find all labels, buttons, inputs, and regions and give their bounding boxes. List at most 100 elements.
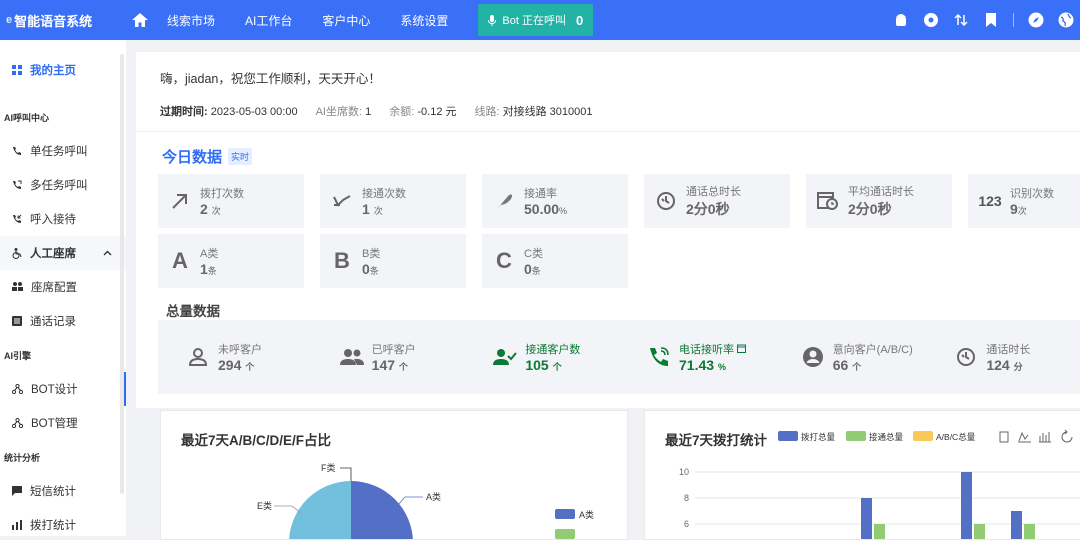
bar-connect-1[interactable] bbox=[974, 524, 985, 539]
nav-item-customers[interactable]: 客户中心 bbox=[322, 12, 370, 29]
sidebar-item-single-task[interactable]: 单任务呼叫 bbox=[0, 134, 126, 168]
nav-item-settings[interactable]: 系统设置 bbox=[400, 12, 448, 29]
sidebar-section-stats: 统计分析 bbox=[4, 452, 41, 463]
sidebar-item-dial-stats[interactable]: 拨打统计 bbox=[0, 508, 126, 536]
bar-chart-icon bbox=[1039, 432, 1051, 443]
bot-calling-button[interactable]: Bot 正在呼叫 0 bbox=[478, 4, 594, 36]
nodes-icon bbox=[12, 384, 23, 394]
sidebar-item-label: 我的主页 bbox=[30, 65, 76, 77]
android-icon[interactable] bbox=[893, 12, 909, 28]
card-label: 接通率 bbox=[524, 188, 557, 200]
sidebar-item-label: 拨打统计 bbox=[30, 520, 76, 532]
sidebar-item-label: 人工座席 bbox=[30, 248, 76, 260]
globe-icon[interactable] bbox=[1058, 12, 1074, 28]
phone-forward-icon bbox=[13, 180, 22, 189]
app-brand[interactable]: e 智能语音系统 bbox=[0, 11, 125, 30]
card-class-b: B B类 0条 bbox=[320, 234, 466, 288]
sidebar-scrollbar[interactable] bbox=[120, 54, 124, 494]
pie-chart-card: 最近7天A/B/C/D/E/F占比 F类 E类 A类 A类 bbox=[160, 410, 628, 540]
user-check-icon bbox=[493, 345, 518, 369]
nav-item-leads[interactable]: 线索市场 bbox=[167, 12, 215, 29]
sidebar-item-sms-stats[interactable]: 短信统计 bbox=[0, 474, 126, 508]
total-unit: 个 bbox=[852, 362, 862, 372]
total-uncalled: 未呼客户 294 个 bbox=[158, 341, 312, 373]
y-tick-10: 10 bbox=[679, 467, 689, 477]
pie-leader-f bbox=[340, 467, 352, 481]
total-value: 147 bbox=[371, 357, 396, 373]
nav-item-ai-workbench[interactable]: AI工作台 bbox=[245, 12, 292, 29]
sidebar-item-inbound[interactable]: 呼入接待 bbox=[0, 202, 126, 236]
home-icon[interactable] bbox=[125, 13, 155, 27]
sidebar-item-label: 通话记录 bbox=[30, 316, 76, 328]
sidebar-item-call-records[interactable]: 通话记录 bbox=[0, 304, 126, 338]
bar-connect-2[interactable] bbox=[1024, 524, 1035, 539]
chart-toolbox[interactable] bbox=[999, 429, 1073, 443]
calendar-clock-icon bbox=[816, 189, 840, 213]
bar-dial-0[interactable] bbox=[861, 498, 872, 539]
total-unit: % bbox=[717, 362, 726, 372]
bar-connect-0[interactable] bbox=[874, 524, 885, 539]
bar-dial-2[interactable] bbox=[1011, 511, 1022, 539]
sidebar-item-label: BOT管理 bbox=[31, 418, 78, 430]
bookmark-icon[interactable] bbox=[983, 12, 999, 28]
total-intent: 意向客户(A/B/C) 66 个 bbox=[773, 341, 927, 373]
sidebar-section-ai-call: AI呼叫中心 bbox=[4, 112, 50, 123]
sidebar: 我的主页 AI呼叫中心 单任务呼叫 多任务呼叫 呼入接待 人工座席 座席配置 通… bbox=[0, 40, 126, 536]
phone-ringing-icon bbox=[647, 345, 671, 369]
welcome-panel: 嗨，jiadan，祝您工作顺利，天天开心！ 过期时间: 2023-05-03 0… bbox=[136, 52, 1080, 132]
letter-c-icon: C bbox=[496, 248, 512, 273]
main-nav: 线索市场 AI工作台 客户中心 系统设置 bbox=[167, 12, 448, 29]
dashboard-grid-icon bbox=[12, 65, 22, 75]
calendar-small-icon[interactable] bbox=[737, 344, 747, 353]
card-avg-duration: 平均通话时长 2分0秒 bbox=[806, 174, 952, 228]
pie-label-a: A类 bbox=[426, 491, 441, 502]
sidebar-item-multi-task[interactable]: 多任务呼叫 bbox=[0, 168, 126, 202]
card-label: 平均通话时长 bbox=[848, 186, 914, 198]
balance-label: 余额: bbox=[389, 106, 415, 118]
top-bar: e 智能语音系统 线索市场 AI工作台 客户中心 系统设置 Bot 正在呼叫 0 bbox=[0, 0, 1080, 40]
sidebar-item-label: 座席配置 bbox=[31, 282, 77, 294]
sidebar-item-seat-config[interactable]: 座席配置 bbox=[0, 270, 126, 304]
legend-swatch-connect bbox=[846, 431, 866, 441]
bot-calling-count: 0 bbox=[575, 12, 584, 28]
card-value: 50.00 bbox=[524, 201, 560, 217]
card-value: 0 bbox=[524, 261, 532, 277]
pie-leader-e bbox=[274, 505, 302, 514]
card-class-c: C C类 0条 bbox=[482, 234, 628, 288]
wheelchair-icon bbox=[12, 247, 22, 259]
sidebar-item-bot-design[interactable]: BOT设计 bbox=[0, 372, 126, 406]
card-unit: 次 bbox=[1017, 206, 1027, 216]
expire-value: 2023-05-03 00:00 bbox=[210, 106, 298, 118]
list-icon bbox=[12, 316, 22, 326]
aperture-icon[interactable] bbox=[923, 12, 939, 28]
card-label: B类 bbox=[362, 248, 381, 260]
sidebar-item-bot-manage[interactable]: BOT管理 bbox=[0, 406, 126, 440]
user-outline-icon bbox=[186, 345, 210, 369]
totals-title: 总量数据 bbox=[166, 304, 220, 319]
pie-slice-a bbox=[351, 481, 413, 539]
today-header: 今日数据 实时 bbox=[162, 146, 1058, 167]
sidebar-group-human-seat[interactable]: 人工座席 bbox=[0, 236, 126, 270]
total-unit: 个 bbox=[245, 362, 255, 372]
line-label: 线路: bbox=[474, 106, 500, 118]
sidebar-section-ai-engine: AI引擎 bbox=[4, 350, 32, 361]
compass-icon[interactable] bbox=[1028, 12, 1044, 28]
card-unit: 次 bbox=[373, 206, 383, 216]
bar-chart: 拨打总量 接通总量 A/B/C总量 10 8 6 bbox=[679, 429, 1080, 539]
bar-dial-1[interactable] bbox=[961, 472, 972, 539]
total-called: 已呼客户 147 个 bbox=[312, 341, 466, 373]
microphone-icon bbox=[488, 14, 497, 26]
card-value: 2 bbox=[200, 201, 208, 217]
phone-icon bbox=[13, 147, 21, 155]
card-unit: 次 bbox=[211, 206, 221, 216]
total-value: 71.43 bbox=[679, 357, 715, 373]
pie-slice-e bbox=[289, 481, 351, 539]
card-unit: % bbox=[559, 206, 568, 216]
transfer-arrows-icon[interactable] bbox=[953, 12, 969, 28]
balance-value: -0.12 元 bbox=[417, 106, 457, 118]
refresh-icon bbox=[1061, 429, 1073, 443]
sidebar-item-label: 多任务呼叫 bbox=[30, 180, 88, 192]
total-value: 66 bbox=[832, 357, 849, 373]
sidebar-item-label: 呼入接待 bbox=[30, 214, 76, 226]
sidebar-item-home[interactable]: 我的主页 bbox=[0, 40, 126, 100]
